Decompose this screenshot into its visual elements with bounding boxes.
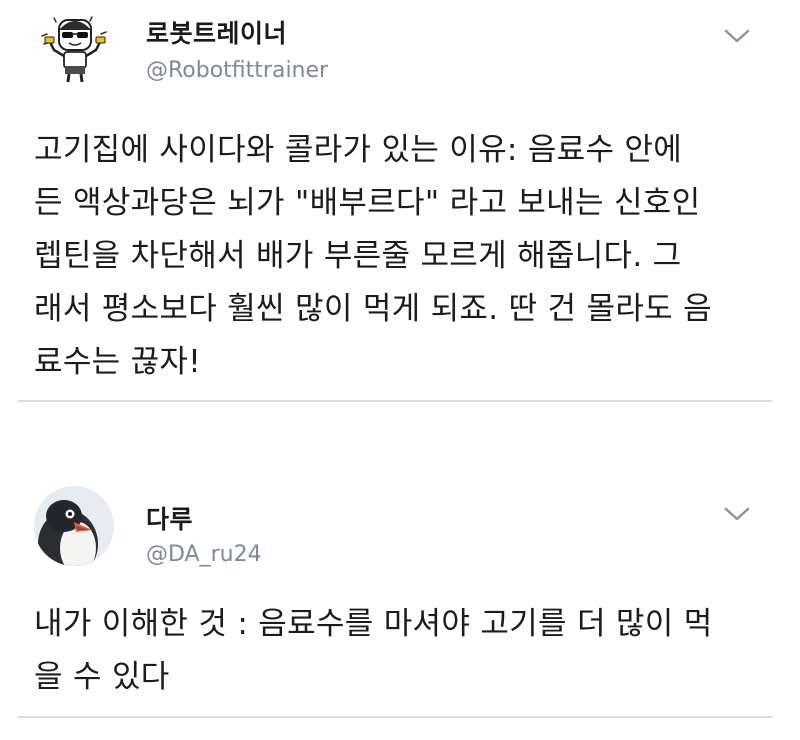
tweet-text: 내가 이해한 것 : 음료수를 마셔야 고기를 더 많이 먹 을 수 있다: [34, 598, 764, 704]
divider: [18, 716, 772, 718]
tweet-card[interactable]: 로봇트레이너 @Robotfittrainer 고기집에 사이다와 콜라가 있는…: [0, 0, 800, 402]
tweet-text: 고기집에 사이다와 콜라가 있는 이유: 음료수 안에 든 액상과당은 뇌가 "…: [34, 124, 764, 389]
chevron-down-icon[interactable]: [722, 26, 752, 46]
penguin-avatar-icon: [34, 486, 114, 566]
author-handle[interactable]: @DA_ru24: [146, 542, 262, 567]
avatar[interactable]: [34, 6, 114, 86]
robot-trainer-avatar-icon: [41, 16, 107, 83]
author-name[interactable]: 로봇트레이너: [146, 14, 287, 50]
tweet-text-line: 래서 평소보다 훨씬 많이 먹게 되죠. 딴 건 몰라도 음: [34, 291, 712, 327]
tweet-text-line: 을 수 있다: [34, 659, 170, 695]
tweet-text-line: 료수는 끊자!: [34, 344, 201, 380]
tweet-card[interactable]: 다루 @DA_ru24 내가 이해한 것 : 음료수를 마셔야 고기를 더 많이…: [0, 470, 800, 720]
tweet-text-line: 렙틴을 차단해서 배가 부른줄 모르게 해줍니다. 그: [34, 238, 682, 274]
author-handle[interactable]: @Robotfittrainer: [146, 58, 328, 83]
tweet-text-line: 든 액상과당은 뇌가 "배부르다" 라고 보내는 신호인: [34, 185, 701, 221]
tweet-text-line: 내가 이해한 것 : 음료수를 마셔야 고기를 더 많이 먹: [34, 606, 713, 642]
tweet-text-line: 고기집에 사이다와 콜라가 있는 이유: 음료수 안에: [34, 132, 683, 168]
author-name[interactable]: 다루: [146, 500, 193, 536]
avatar[interactable]: [34, 486, 114, 566]
divider: [18, 400, 772, 402]
chevron-down-icon[interactable]: [722, 504, 752, 524]
